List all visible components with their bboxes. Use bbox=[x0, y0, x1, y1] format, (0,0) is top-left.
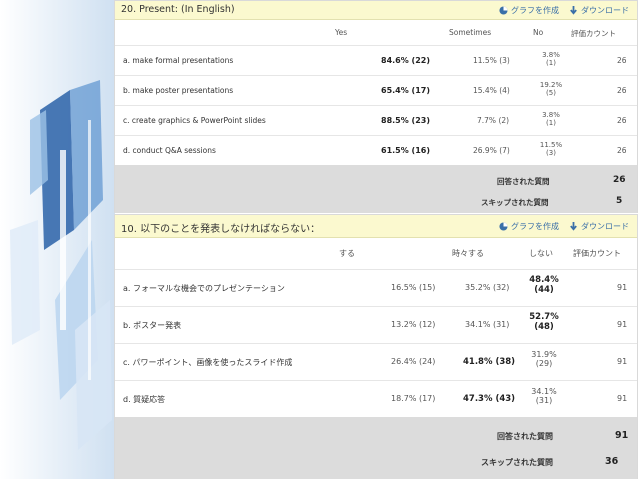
answered-value: 26 bbox=[613, 175, 626, 185]
column-header-yes: Yes bbox=[335, 28, 348, 37]
summary-footer: 回答された質問 91 スキップされた質問 36 bbox=[115, 417, 637, 479]
pie-chart-icon bbox=[499, 6, 508, 15]
no-percent: 19.2% bbox=[539, 81, 563, 89]
column-header-sometimes: 時々する bbox=[452, 249, 484, 258]
sometimes-value: 7.7% (2) bbox=[477, 116, 510, 125]
rating-count: 91 bbox=[617, 283, 628, 292]
yes-value: 88.5% (23) bbox=[381, 116, 430, 125]
dont-count: (48) bbox=[534, 321, 554, 332]
row-label: d. conduct Q&A sessions bbox=[123, 146, 216, 155]
summary-footer: 回答された質問 26 スキップされた質問 5 bbox=[115, 165, 637, 213]
download-button[interactable]: ダウンロード bbox=[569, 221, 629, 232]
table-row: c. create graphics & PowerPoint slides 8… bbox=[115, 105, 637, 136]
dont-count: (31) bbox=[535, 396, 553, 406]
no-count: (1) bbox=[546, 59, 556, 68]
download-button[interactable]: ダウンロード bbox=[569, 5, 629, 16]
question-title: 20. Present: (In English) bbox=[121, 4, 235, 15]
download-arrow-icon bbox=[569, 222, 578, 231]
create-chart-label: グラフを作成 bbox=[511, 222, 559, 231]
rating-count: 91 bbox=[617, 357, 628, 366]
skipped-value: 36 bbox=[605, 456, 619, 467]
row-label: a. make formal presentations bbox=[123, 56, 234, 65]
create-chart-button[interactable]: グラフを作成 bbox=[499, 221, 559, 232]
download-label: ダウンロード bbox=[581, 6, 629, 15]
table-row: c. パワーポイント、画像を使ったスライド作成 26.4% (24) 41.8%… bbox=[115, 343, 637, 381]
yes-value: 65.4% (17) bbox=[381, 86, 430, 95]
table-row: b. ポスター発表 13.2% (12) 34.1% (31) 52.7% (4… bbox=[115, 306, 637, 344]
column-header-rating-count: 評価カウント bbox=[573, 249, 621, 258]
sometimes-value: 41.8% (38) bbox=[463, 357, 516, 367]
column-header-dont: しない bbox=[529, 249, 553, 258]
column-header-sometimes: Sometimes bbox=[449, 28, 492, 37]
rating-count: 26 bbox=[617, 56, 627, 65]
create-chart-label: グラフを作成 bbox=[511, 6, 559, 15]
download-label: ダウンロード bbox=[581, 222, 629, 231]
row-label: c. パワーポイント、画像を使ったスライド作成 bbox=[123, 358, 293, 367]
no-percent: 3.8% bbox=[542, 51, 560, 59]
create-chart-button[interactable]: グラフを作成 bbox=[499, 5, 559, 16]
skipped-label: スキップされた質問 bbox=[481, 458, 553, 467]
question-header: 10. 以下のことを発表しなければならない： グラフを作成 ダウンロード bbox=[115, 215, 637, 238]
yes-value: 84.6% (22) bbox=[381, 56, 430, 65]
decorative-background-art bbox=[0, 0, 115, 479]
survey-panel-present-japanese: 10. 以下のことを発表しなければならない： グラフを作成 ダウンロード する … bbox=[114, 214, 638, 479]
table-row: b. make poster presentations 65.4% (17) … bbox=[115, 75, 637, 106]
answered-label: 回答された質問 bbox=[497, 177, 550, 186]
table-row: a. make formal presentations 84.6% (22) … bbox=[115, 45, 637, 76]
row-label: b. make poster presentations bbox=[123, 86, 234, 95]
pie-chart-icon bbox=[499, 222, 508, 231]
column-header-row: する 時々する しない 評価カウント bbox=[115, 237, 637, 270]
yes-value: 61.5% (16) bbox=[381, 146, 430, 155]
answered-value: 91 bbox=[615, 430, 629, 441]
sometimes-value: 15.4% (4) bbox=[473, 86, 510, 95]
sometimes-value: 34.1% (31) bbox=[465, 320, 510, 329]
skipped-label: スキップされた質問 bbox=[481, 198, 549, 207]
rating-count: 26 bbox=[617, 146, 627, 155]
do-value: 26.4% (24) bbox=[391, 357, 436, 366]
dont-count: (44) bbox=[534, 284, 554, 295]
row-label: a. フォーマルな機会でのプレゼンテーション bbox=[123, 284, 285, 293]
question-header: 20. Present: (In English) グラフを作成 ダウンロード bbox=[115, 1, 637, 20]
rating-count: 26 bbox=[617, 116, 627, 125]
no-percent: 11.5% bbox=[539, 141, 563, 149]
rating-count: 91 bbox=[617, 394, 628, 403]
column-header-row: Yes Sometimes No 評価カウント bbox=[115, 19, 637, 46]
rating-count: 91 bbox=[617, 320, 628, 329]
column-header-do: する bbox=[339, 249, 355, 258]
dont-count: (29) bbox=[535, 359, 553, 369]
question-title: 10. 以下のことを発表しなければならない： bbox=[121, 224, 321, 235]
do-value: 16.5% (15) bbox=[391, 283, 436, 292]
no-percent: 3.8% bbox=[542, 111, 560, 119]
rating-count: 26 bbox=[617, 86, 627, 95]
table-row: d. conduct Q&A sessions 61.5% (16) 26.9%… bbox=[115, 135, 637, 166]
dont-percent: 34.1% bbox=[531, 387, 557, 396]
no-count: (1) bbox=[546, 119, 556, 128]
sometimes-value: 26.9% (7) bbox=[473, 146, 510, 155]
table-row: a. フォーマルな機会でのプレゼンテーション 16.5% (15) 35.2% … bbox=[115, 269, 637, 307]
skipped-value: 5 bbox=[616, 196, 623, 206]
do-value: 13.2% (12) bbox=[391, 320, 436, 329]
row-label: c. create graphics & PowerPoint slides bbox=[123, 116, 266, 125]
column-header-rating-count: 評価カウント bbox=[571, 29, 616, 38]
sometimes-value: 11.5% (3) bbox=[473, 56, 510, 65]
row-label: b. ポスター発表 bbox=[123, 321, 182, 330]
no-count: (3) bbox=[546, 149, 556, 158]
table-row: d. 質疑応答 18.7% (17) 47.3% (43) 34.1% (31)… bbox=[115, 380, 637, 418]
column-header-no: No bbox=[533, 28, 544, 37]
dont-percent: 31.9% bbox=[531, 350, 557, 359]
sometimes-value: 35.2% (32) bbox=[465, 283, 510, 292]
row-label: d. 質疑応答 bbox=[123, 395, 166, 404]
do-value: 18.7% (17) bbox=[391, 394, 436, 403]
survey-panel-present-english: 20. Present: (In English) グラフを作成 ダウンロード … bbox=[114, 0, 638, 213]
answered-label: 回答された質問 bbox=[497, 432, 553, 441]
no-count: (5) bbox=[546, 89, 556, 98]
download-arrow-icon bbox=[569, 6, 578, 15]
sometimes-value: 47.3% (43) bbox=[463, 394, 516, 404]
